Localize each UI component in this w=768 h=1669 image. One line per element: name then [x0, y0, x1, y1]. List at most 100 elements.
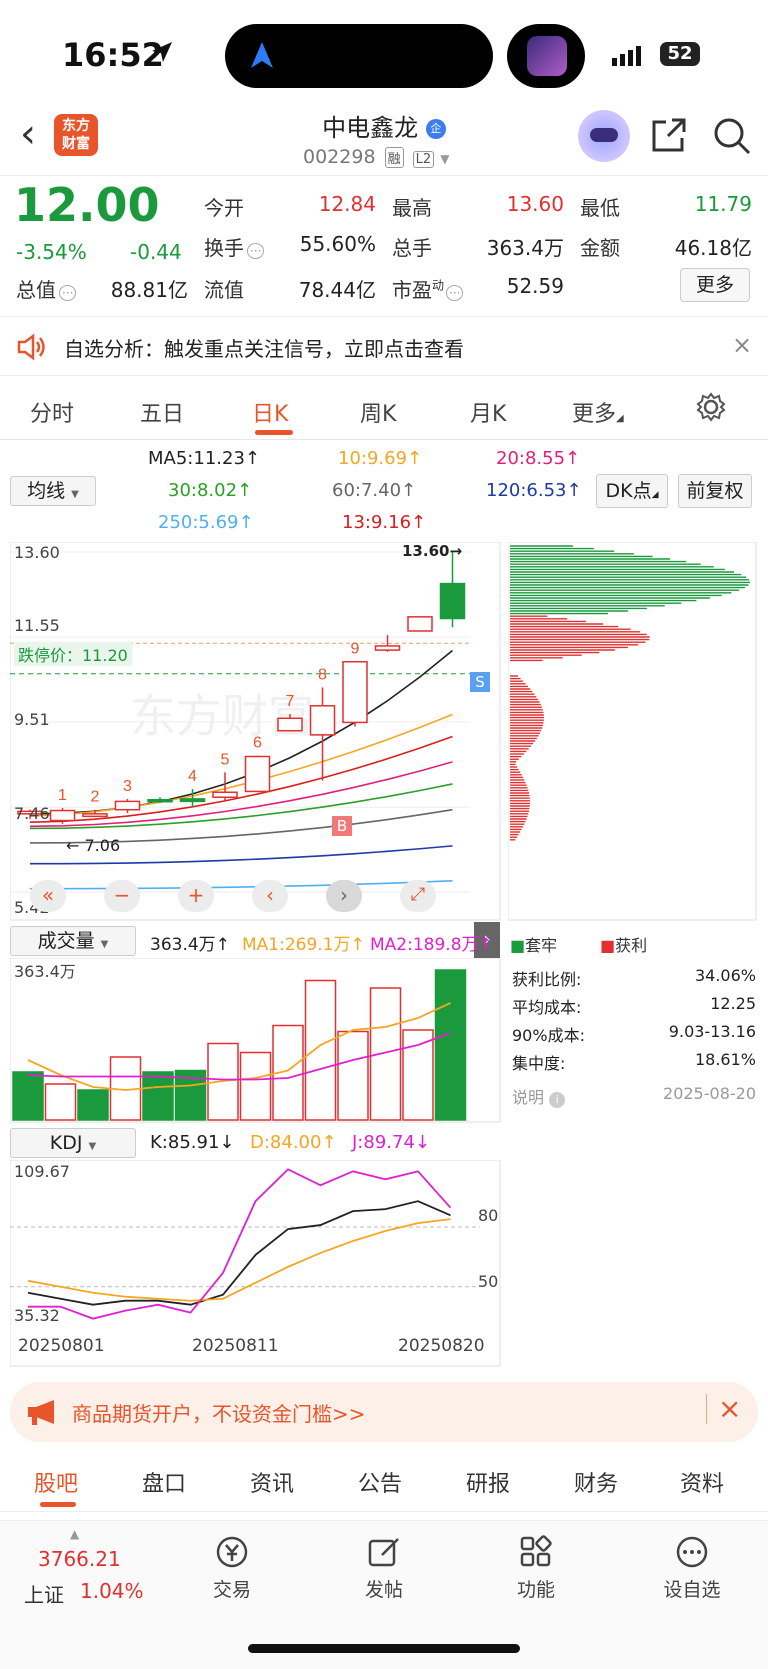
info-dots-icon[interactable]: ···	[59, 285, 77, 301]
kdj-selector[interactable]: KDJ ▼	[10, 1128, 136, 1158]
tab-more[interactable]: 更多◢	[572, 396, 624, 428]
low-marker-value: 7.06	[84, 836, 121, 855]
tab-news[interactable]: 资讯	[250, 1466, 294, 1498]
search-icon[interactable]	[712, 116, 752, 156]
red-square-icon: ■	[600, 936, 616, 955]
post-button[interactable]: 发帖	[348, 1535, 420, 1605]
tab-research[interactable]: 研报	[466, 1466, 510, 1498]
volume-selector-label: 成交量	[37, 930, 95, 952]
tab-daily-k[interactable]: 日K	[252, 396, 288, 428]
active-tab-indicator	[255, 430, 293, 435]
tab-intraday[interactable]: 分时	[30, 396, 74, 428]
high-marker: 13.60→	[402, 542, 463, 560]
candle-body	[114, 800, 141, 811]
ma-selector[interactable]: 均线 ▼	[10, 476, 96, 506]
tab-finance[interactable]: 财务	[574, 1466, 618, 1498]
chip-note-label: 说明	[512, 1088, 545, 1107]
zoom-in-button[interactable]: +	[178, 880, 214, 912]
high-value: 13.60	[506, 192, 564, 216]
volume-bar	[304, 979, 337, 1121]
dk-point-label: DK点	[605, 480, 652, 502]
tab-five-day[interactable]: 五日	[140, 396, 184, 428]
change-amount: -0.44	[130, 240, 182, 264]
chip-note-row: 说明 i 2025-08-20	[512, 1084, 756, 1112]
current-price: 12.00	[14, 178, 160, 232]
volume-bar	[434, 969, 467, 1121]
tab-weekly-k[interactable]: 周K	[360, 396, 396, 428]
y-label-2: 11.55	[14, 616, 60, 635]
candle-body	[179, 798, 206, 803]
avg-cost-label: 平均成本:	[512, 998, 582, 1017]
settings-gear-icon[interactable]	[696, 392, 726, 422]
index-name: 上证	[24, 1583, 64, 1607]
more-button[interactable]: 更多	[680, 268, 750, 302]
volume-bar	[44, 1083, 77, 1121]
volume-bar	[142, 1071, 174, 1121]
volume-selector[interactable]: 成交量 ▼	[10, 926, 136, 956]
close-icon[interactable]: ×	[732, 331, 752, 359]
volume-y-label: 363.4万	[14, 962, 76, 981]
market-cap-label-text: 总值	[16, 278, 56, 302]
sell-signal[interactable]: S	[470, 672, 490, 692]
fullscreen-button[interactable]: ⤢	[400, 880, 436, 912]
pe-label-text: 市盈	[392, 278, 432, 302]
tab-order-book[interactable]: 盘口	[142, 1466, 186, 1498]
zoom-out-button[interactable]: −	[104, 880, 140, 912]
scroll-right-button[interactable]: ›	[326, 880, 362, 912]
scroll-left-button[interactable]: ‹	[252, 880, 288, 912]
volume-current: 363.4万↑	[150, 935, 230, 955]
info-dots-icon[interactable]: ···	[247, 243, 265, 259]
ma5-label: MA5:11.23↑	[148, 448, 260, 469]
tab-profile[interactable]: 资料	[680, 1466, 724, 1498]
battery-icon: 52	[660, 42, 700, 66]
assistant-robot-icon[interactable]	[578, 110, 630, 162]
index-ticker[interactable]: ▲ 3766.21 上证 1.04%	[0, 1521, 158, 1631]
concentration-value: 18.61%	[694, 1050, 756, 1069]
watchlist-alert-banner[interactable]: 自选分析：触发重点关注信号，立即点击查看 ×	[0, 316, 768, 376]
ma20-label: 20:8.55↑	[496, 448, 581, 469]
buy-signal[interactable]: B	[332, 816, 352, 836]
candle-body	[407, 616, 433, 632]
add-watchlist-button[interactable]: 设自选	[652, 1535, 732, 1605]
kline-chart[interactable]: 东方财富 1 23456789	[10, 542, 502, 922]
tab-monthly-k[interactable]: 月K	[470, 396, 506, 428]
chip-distribution[interactable]	[508, 542, 758, 922]
dk-point-button[interactable]: DK点◢	[596, 474, 668, 508]
chip-note[interactable]: 说明 i	[512, 1084, 566, 1112]
stock-code: 002298	[303, 146, 376, 168]
chip-stat-row: 获利比例: 34.06%	[512, 966, 756, 994]
candle-number: 5	[221, 751, 230, 768]
kdj-d: D:84.00↑	[250, 1132, 337, 1153]
functions-button[interactable]: 功能	[500, 1535, 572, 1605]
ma250-label: 250:5.69↑	[158, 512, 254, 533]
info-dots-icon[interactable]: ···	[446, 285, 464, 301]
green-square-icon: ■	[510, 936, 526, 955]
signal-icon	[612, 46, 641, 66]
trade-label: 交易	[212, 1579, 251, 1601]
market-cap-label: 总值 ···	[16, 274, 77, 303]
close-icon[interactable]: ×	[718, 1392, 741, 1425]
candle-number: 9	[351, 641, 360, 658]
chevron-down-icon: ◢	[616, 413, 624, 424]
tab-announcements[interactable]: 公告	[358, 1466, 402, 1498]
low-value: 11.79	[694, 192, 752, 216]
volume-chart[interactable]	[10, 958, 502, 1124]
trade-button[interactable]: 交易	[196, 1535, 268, 1605]
volume-value: 363.4万	[486, 236, 564, 260]
pe-value: 52.59	[506, 274, 564, 298]
rewind-button[interactable]: «	[30, 880, 66, 912]
stock-code-block[interactable]: 002298 融 L2 ▼	[303, 146, 449, 168]
adjust-price-button[interactable]: 前复权	[678, 474, 752, 508]
share-icon[interactable]	[650, 118, 688, 154]
avg-cost-value: 12.25	[710, 994, 756, 1013]
tab-forum[interactable]: 股吧	[34, 1466, 78, 1498]
functions-label: 功能	[516, 1579, 555, 1601]
ma13-label: 13:9.16↑	[342, 512, 427, 533]
futures-ad-banner[interactable]: 商品期货开户，不设资金门槛>> ×	[10, 1382, 758, 1442]
l2-tag: L2	[412, 151, 435, 168]
candle-number: 4	[188, 768, 197, 785]
candle-body	[374, 645, 401, 651]
limit-down-label: 跌停价：11.20	[14, 642, 132, 666]
y-label-top: 13.60	[14, 543, 60, 562]
index-value: 3766.21	[38, 1547, 121, 1571]
